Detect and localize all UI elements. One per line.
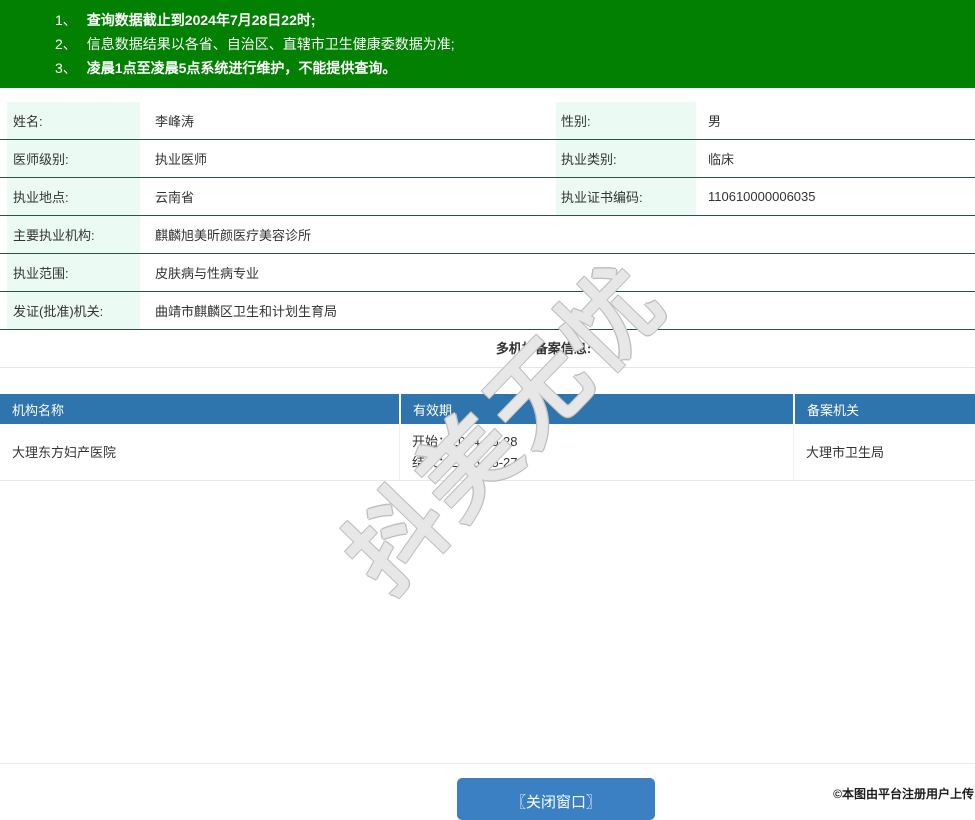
doctor-level-value: 执业医师 <box>155 152 208 167</box>
notice-item-1: 1、 查询数据截止到2024年7月28日22时; <box>55 8 955 32</box>
filing-table-row: 大理东方妇产医院 开始：2024-05-28 结束：2026-05-27 大理市… <box>0 424 975 481</box>
org-name-cell: 大理东方妇产医院 <box>12 444 117 460</box>
name-value: 李峰涛 <box>155 114 195 129</box>
practice-location-label: 执业地点: <box>7 178 140 215</box>
practice-category-value: 临床 <box>708 152 735 167</box>
filing-table-header: 机构名称 有效期 备案机关 <box>0 394 975 424</box>
notice-text: 信息数据结果以各省、自治区、直辖市卫生健康委数据为准; <box>86 36 455 52</box>
info-row-name-gender: 姓名: 李峰涛 性别: 男 <box>0 102 975 140</box>
footer-divider <box>0 763 975 764</box>
multi-org-filing-heading: 多机构备案信息: <box>0 330 975 368</box>
main-org-label: 主要执业机构: <box>7 216 140 253</box>
filing-authority-cell: 大理市卫生局 <box>793 424 975 480</box>
notice-number: 2、 <box>55 36 77 52</box>
gender-label: 性别: <box>556 102 696 139</box>
copyright-text: ©本图由平台注册用户上传 <box>833 787 974 801</box>
filing-authority-header: 备案机关 <box>793 394 975 424</box>
notice-item-3: 3、 凌晨1点至凌晨5点系统进行维护，不能提供查询。 <box>55 56 955 80</box>
doctor-level-label: 医师级别: <box>7 140 140 177</box>
info-row-level-category: 医师级别: 执业医师 执业类别: 临床 <box>0 140 975 178</box>
certificate-number-value: 110610000006035 <box>708 189 816 204</box>
practice-scope-label: 执业范围: <box>7 254 140 291</box>
main-org-value: 麒麟旭美昕颜医疗美容诊所 <box>155 228 312 243</box>
validity-start: 开始：2024-05-28 <box>412 434 518 449</box>
validity-end: 结束：2026-05-27 <box>412 455 518 470</box>
info-row-issuing-authority: 发证(批准)机关: 曲靖市麒麟区卫生和计划生育局 <box>0 292 975 330</box>
info-row-scope: 执业范围: 皮肤病与性病专业 <box>0 254 975 292</box>
filing-table: 机构名称 有效期 备案机关 大理东方妇产医院 开始：2024-05-28 结束：… <box>0 394 975 481</box>
practice-category-label: 执业类别: <box>556 140 696 177</box>
notice-banner: 1、 查询数据截止到2024年7月28日22时; 2、 信息数据结果以各省、自治区、… <box>0 0 975 88</box>
info-row-main-org: 主要执业机构: 麒麟旭美昕颜医疗美容诊所 <box>0 216 975 254</box>
name-label: 姓名: <box>7 102 140 139</box>
org-name-header: 机构名称 <box>12 402 65 418</box>
notice-item-2: 2、 信息数据结果以各省、自治区、直辖市卫生健康委数据为准; <box>55 32 955 56</box>
validity-header: 有效期 <box>399 394 793 424</box>
practice-location-value: 云南省 <box>155 190 195 205</box>
close-window-button[interactable]: 〖关闭窗口〗 <box>457 778 655 820</box>
notice-number: 3、 <box>55 60 77 76</box>
notice-text: 查询数据截止到2024年7月28日22时; <box>86 12 316 28</box>
notice-text: 凌晨1点至凌晨5点系统进行维护，不能提供查询。 <box>86 60 397 76</box>
issuing-authority-label: 发证(批准)机关: <box>7 292 140 329</box>
certificate-number-label: 执业证书编码: <box>556 178 696 215</box>
issuing-authority-value: 曲靖市麒麟区卫生和计划生育局 <box>155 304 338 319</box>
gender-value: 男 <box>708 114 722 129</box>
doctor-info-table: 姓名: 李峰涛 性别: 男 医师级别: 执业医师 执业类别: 临床 执业地点: … <box>0 102 975 330</box>
info-row-location-certno: 执业地点: 云南省 执业证书编码: 110610000006035 <box>0 178 975 216</box>
validity-cell: 开始：2024-05-28 结束：2026-05-27 <box>399 424 793 480</box>
notice-number: 1、 <box>55 12 77 28</box>
practice-scope-value: 皮肤病与性病专业 <box>155 266 260 281</box>
